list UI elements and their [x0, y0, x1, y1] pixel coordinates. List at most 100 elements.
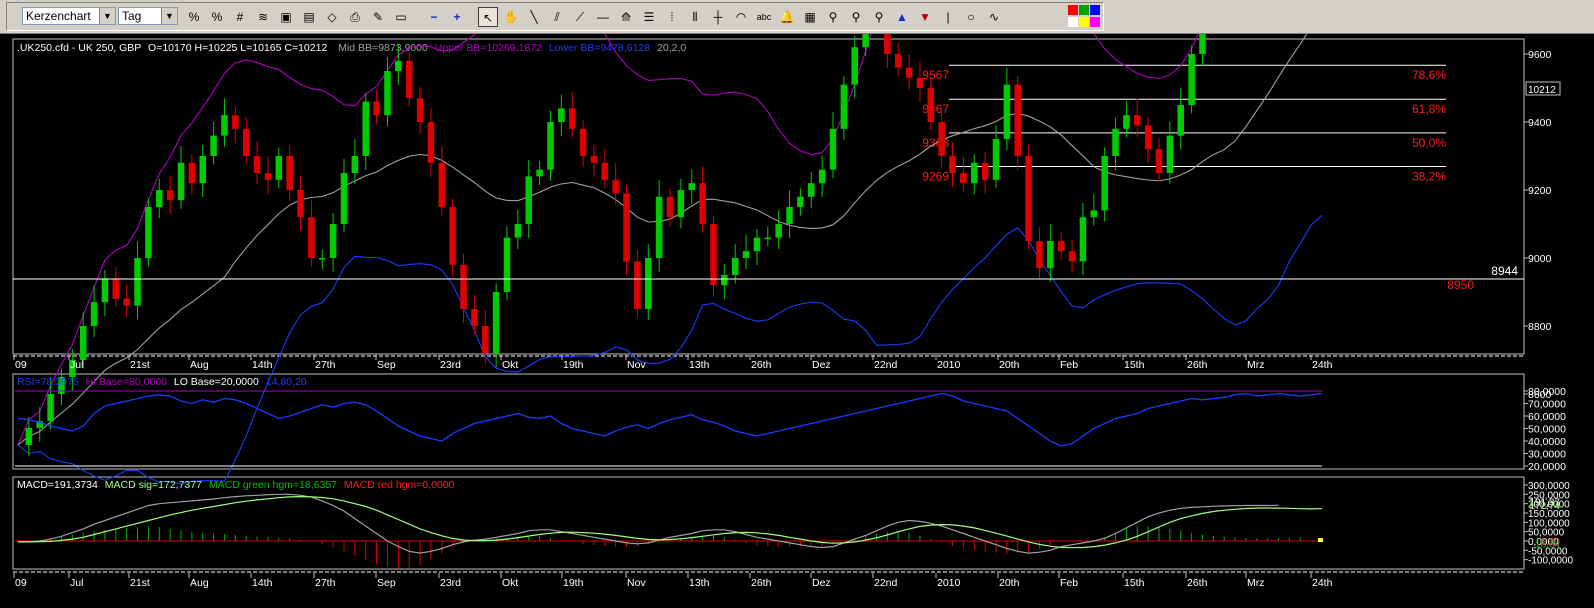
rsi-tick-label: 60,0000: [1528, 411, 1566, 423]
candle-body: [351, 156, 359, 173]
fan-lines-icon[interactable]: ⟋: [570, 7, 590, 27]
hand-icon[interactable]: ✋: [501, 7, 521, 27]
macd-value-label: 0,00: [1541, 537, 1561, 548]
zoom-in-icon[interactable]: +: [447, 7, 467, 27]
print-icon[interactable]: ⎙: [345, 7, 365, 27]
candle-body: [221, 115, 228, 136]
candle-body: [884, 0, 891, 54]
candle-body: [1068, 251, 1076, 262]
magnifier-zoom-icon[interactable]: ⚲: [846, 7, 866, 27]
palette-swatch[interactable]: [1079, 17, 1089, 27]
palette-swatch[interactable]: [1079, 5, 1089, 15]
chevron-down-icon[interactable]: ▼: [99, 8, 115, 24]
macd-green-hgm-label: MACD green hgm=18,6357: [209, 479, 337, 491]
time-tick-label: Aug: [190, 577, 209, 589]
color-palette[interactable]: [1068, 5, 1101, 29]
candle-body: [503, 237, 511, 292]
crosshair-icon[interactable]: ┼: [708, 7, 728, 27]
fibonacci-time-icon[interactable]: ⦙: [662, 7, 682, 27]
candle-body: [47, 394, 54, 422]
palette-swatch[interactable]: [1090, 17, 1100, 27]
candle-body: [1047, 241, 1054, 269]
chart-image-icon[interactable]: ▤: [299, 7, 319, 27]
candle-body: [579, 128, 587, 156]
time-tick-label: Dez: [812, 577, 831, 589]
chart-type-select[interactable]: Kerzenchart ▼: [22, 7, 116, 25]
percent-tool-alt-icon[interactable]: %: [207, 7, 227, 27]
buy-arrow-icon[interactable]: ▲: [892, 7, 912, 27]
period-select[interactable]: Tag ▼: [118, 7, 178, 25]
candle-body: [927, 88, 935, 122]
wave-icon[interactable]: ∿: [984, 7, 1004, 27]
time-tick-label: 13th: [689, 359, 710, 371]
candle-body: [992, 139, 1000, 180]
time-tick-label: 14th: [252, 577, 273, 589]
rsi-tick-label: 40,0000: [1528, 436, 1566, 448]
percent-tool-icon[interactable]: %: [184, 7, 204, 27]
candle-body: [1177, 105, 1184, 136]
zoom-out-icon[interactable]: −: [424, 7, 444, 27]
candle: [710, 215, 717, 297]
candle-body: [471, 309, 478, 326]
rsi-tick-label: 70,0000: [1528, 399, 1566, 411]
image-tool-icon[interactable]: ▣: [276, 7, 296, 27]
trendline-icon[interactable]: ╲: [524, 7, 544, 27]
fibonacci-retracement-icon[interactable]: ☰: [639, 7, 659, 27]
candle-body: [971, 162, 978, 184]
candle-body: [894, 54, 902, 68]
candle-body: [1188, 54, 1195, 105]
palette-swatch[interactable]: [1068, 5, 1078, 15]
candle: [1014, 76, 1021, 170]
time-tick-label: 26th: [751, 577, 772, 589]
time-tick-label: 2010: [937, 359, 961, 371]
time-tick-label: 15th: [1124, 359, 1145, 371]
candle-body: [156, 190, 163, 207]
time-tick-label: Sep: [377, 359, 396, 371]
candle-body: [634, 261, 641, 309]
candle-body: [1199, 20, 1206, 54]
candle-body: [329, 224, 337, 258]
gann-fan-icon[interactable]: ⟰: [616, 7, 636, 27]
horizontal-line-icon[interactable]: —: [593, 7, 613, 27]
monitor-icon[interactable]: ▭: [391, 7, 411, 27]
candle-body: [145, 207, 152, 258]
candle-body: [297, 190, 304, 218]
candle-body: [645, 258, 652, 309]
candle-body: [677, 190, 685, 218]
candle-body: [1057, 241, 1065, 252]
upper-bb-label: Upper BB=10269,1872: [435, 42, 542, 54]
palette-swatch[interactable]: [1068, 17, 1078, 27]
candle-body: [655, 196, 663, 258]
price-tick-label: 9400: [1528, 117, 1552, 129]
circle-icon[interactable]: ○: [961, 7, 981, 27]
candle-body: [1112, 128, 1119, 156]
time-tick-label: Jul: [70, 577, 83, 589]
grid-tool-icon[interactable]: #: [230, 7, 250, 27]
paint-icon[interactable]: ✎: [368, 7, 388, 27]
candle-body: [373, 101, 380, 116]
candle-body: [1090, 210, 1098, 218]
line-chart-icon[interactable]: ≋: [253, 7, 273, 27]
vertical-line-icon[interactable]: |: [938, 7, 958, 27]
main-chart-header: .UK250.cfd - UK 250, GBP O=10170 H=10225…: [17, 42, 686, 54]
sell-arrow-icon[interactable]: ▼: [915, 7, 935, 27]
text-tool-icon[interactable]: abc: [754, 7, 774, 27]
candle-body: [590, 156, 598, 163]
arc-icon[interactable]: ◠: [731, 7, 751, 27]
chart-type-value: Kerzenchart: [26, 9, 91, 23]
macd-label: MACD=191,3734: [17, 479, 98, 491]
vertical-lines-icon[interactable]: ⦀: [685, 7, 705, 27]
parallel-lines-icon[interactable]: ⫽: [547, 7, 567, 27]
search-icon[interactable]: ⚲: [869, 7, 889, 27]
candle-body: [916, 77, 924, 88]
calculator-icon[interactable]: ▦: [800, 7, 820, 27]
alarm-bell-icon[interactable]: 🔔: [777, 7, 797, 27]
eraser-icon[interactable]: ◇: [322, 7, 342, 27]
magnifier-icon[interactable]: ⚲: [823, 7, 843, 27]
cursor-icon[interactable]: ↖: [478, 7, 498, 27]
chevron-down-icon[interactable]: ▼: [161, 8, 177, 24]
palette-swatch[interactable]: [1090, 5, 1100, 15]
candle-body: [264, 173, 272, 180]
candle-body: [1134, 115, 1141, 126]
time-tick-label: 22nd: [874, 359, 898, 371]
